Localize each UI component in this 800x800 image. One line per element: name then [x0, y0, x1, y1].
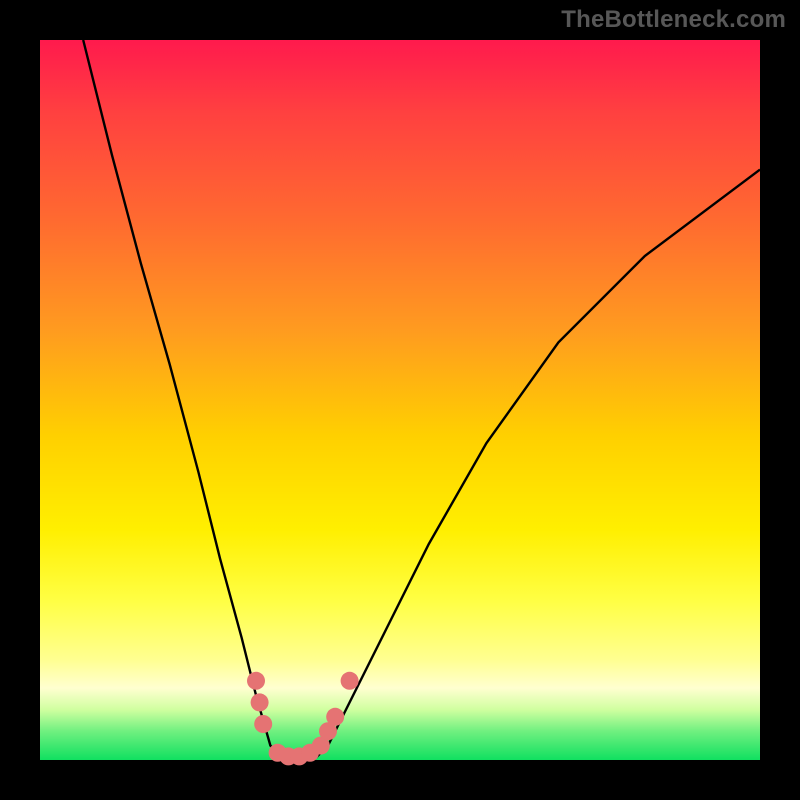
marker-point [326, 708, 344, 726]
plot-area [40, 40, 760, 760]
bottleneck-curve [83, 40, 760, 760]
chart-overlay-svg [40, 40, 760, 760]
marker-point [247, 672, 265, 690]
chart-frame: TheBottleneck.com [0, 0, 800, 800]
marker-group [247, 672, 359, 766]
watermark-text: TheBottleneck.com [561, 6, 786, 34]
marker-point [254, 715, 272, 733]
marker-point [341, 672, 359, 690]
marker-point [251, 693, 269, 711]
